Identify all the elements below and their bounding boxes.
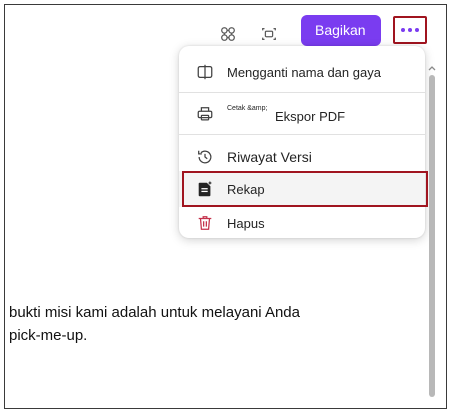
document-text-line: pick-me-up. — [9, 327, 88, 344]
menu-item-label: Riwayat Versi — [227, 149, 312, 165]
menu-item-label: Mengganti nama dan gaya — [227, 64, 381, 80]
menu-item-version-history[interactable]: Riwayat Versi — [179, 141, 425, 173]
app-window: Bagikan Mengganti nama dan gaya Cetak &a… — [4, 4, 447, 409]
vertical-scrollbar[interactable] — [429, 75, 435, 397]
menu-item-recap[interactable]: Rekap — [179, 171, 428, 207]
menu-divider — [179, 134, 425, 135]
menu-item-delete[interactable]: Hapus — [179, 207, 425, 239]
print-icon — [195, 104, 215, 124]
menu-item-label: Hapus — [227, 215, 265, 231]
share-button[interactable]: Bagikan — [301, 15, 381, 46]
more-dot — [415, 28, 419, 32]
present-icon[interactable] — [258, 23, 280, 45]
history-icon — [195, 147, 215, 167]
more-dot — [408, 28, 412, 32]
trash-icon — [195, 213, 215, 233]
menu-item-print-export[interactable]: Cetak &amp; Ekspor PDF — [179, 98, 425, 130]
recap-icon — [195, 179, 215, 199]
menu-item-label: Ekspor PDF — [275, 109, 346, 124]
menu-item-small-label: Cetak &amp; — [227, 105, 268, 112]
more-horizontal-icon — [401, 28, 405, 32]
highlight-outline — [182, 171, 428, 207]
loop-components-icon[interactable] — [217, 23, 239, 45]
document-text-line: bukti misi kami adalah untuk melayani An… — [9, 304, 300, 321]
rename-icon — [195, 62, 215, 82]
menu-item-rename[interactable]: Mengganti nama dan gaya — [179, 56, 425, 88]
scroll-up-arrow-icon[interactable] — [428, 65, 436, 71]
more-options-button[interactable] — [393, 16, 427, 44]
more-options-menu: Mengganti nama dan gaya Cetak &amp; Eksp… — [179, 46, 428, 239]
menu-divider — [179, 92, 425, 93]
menu-item-label: Rekap — [227, 181, 265, 197]
